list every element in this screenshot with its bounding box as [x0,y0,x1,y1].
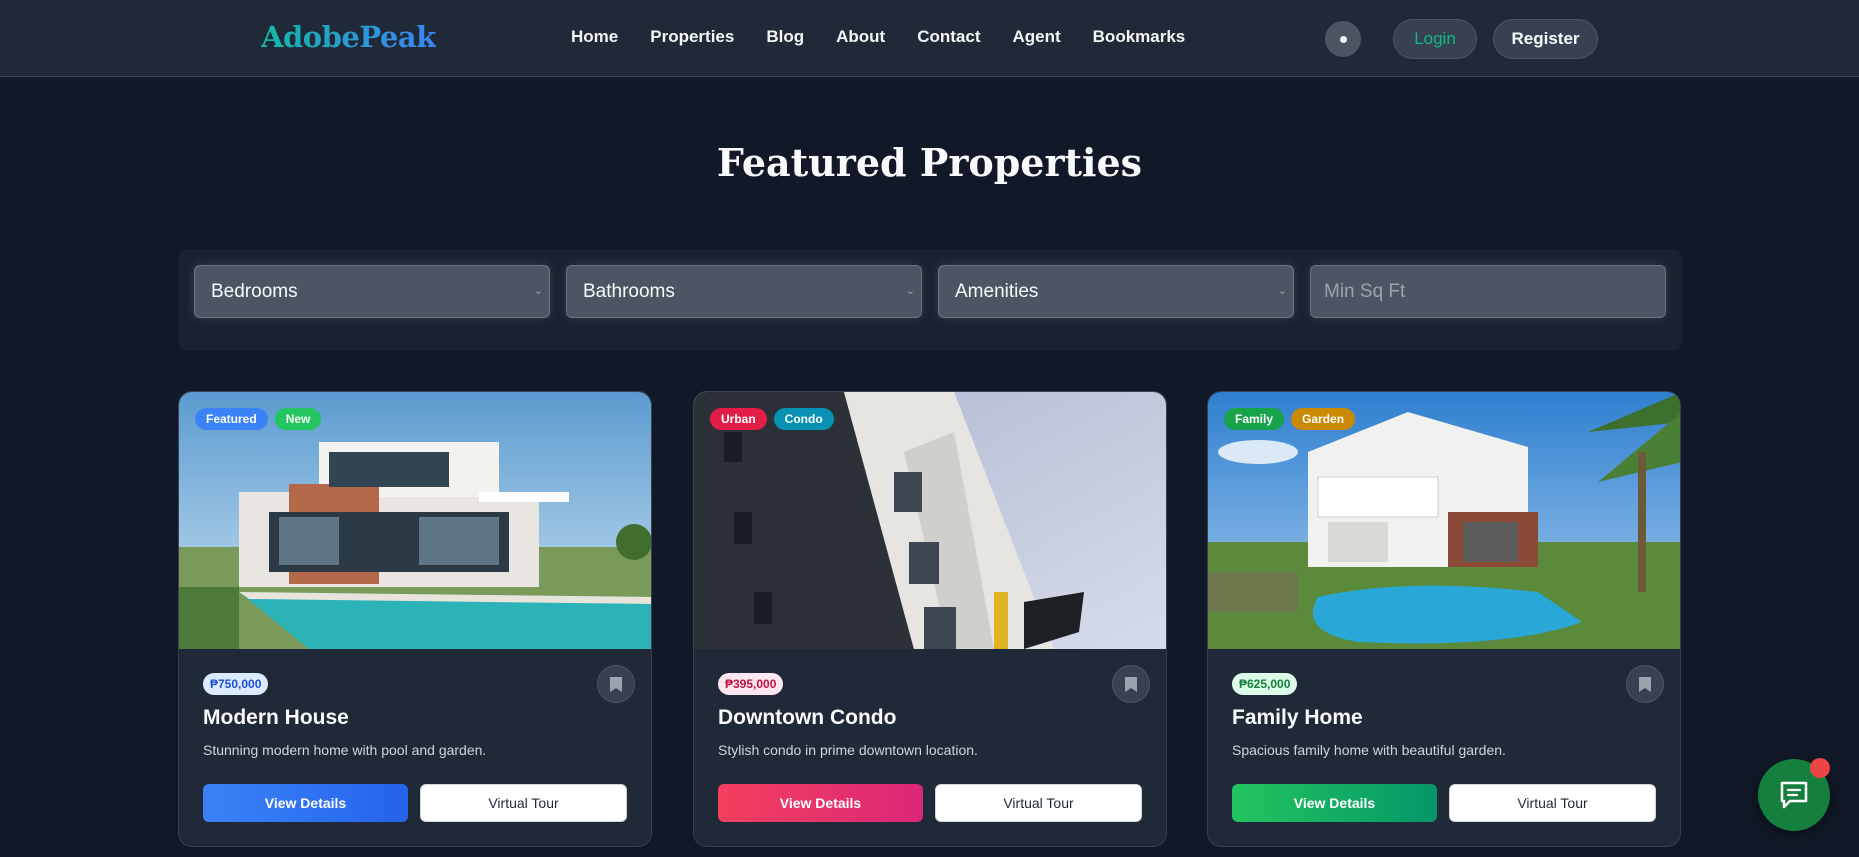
min-sqft-input[interactable]: Min Sq Ft [1310,265,1666,318]
property-card: Featured New ₱750,000 Modern House Stunn… [178,391,652,847]
tag-badge: Garden [1291,408,1356,430]
amenities-select-value: Amenities [955,280,1039,302]
theme-dot-icon [1339,35,1347,43]
price-badge: ₱395,000 [718,673,784,695]
nav-link-properties[interactable]: Properties [650,27,734,47]
view-details-button[interactable]: View Details [203,784,408,822]
card-tags: Family Garden [1224,408,1356,430]
property-image [179,392,651,649]
property-image [1208,392,1680,649]
price-badge: ₱625,000 [1232,673,1298,695]
property-card: Family Garden ₱625,000 Family Home Spaci… [1207,391,1681,847]
property-description: Stylish condo in prime downtown location… [718,742,978,758]
bookmark-icon [1639,676,1651,692]
card-tags: Urban Condo [710,408,834,430]
nav-link-bookmarks[interactable]: Bookmarks [1093,27,1186,47]
property-description: Spacious family home with beautiful gard… [1232,742,1506,758]
view-details-button[interactable]: View Details [1232,784,1437,822]
nav-link-home[interactable]: Home [571,27,618,47]
property-title[interactable]: Modern House [203,706,349,730]
amenities-select[interactable]: Amenities ⌄ [938,265,1294,318]
virtual-tour-button[interactable]: Virtual Tour [420,784,627,822]
price-badge: ₱750,000 [203,673,269,695]
theme-toggle-button[interactable] [1325,21,1361,57]
property-title[interactable]: Family Home [1232,706,1363,730]
chevron-down-icon: ⌄ [1277,285,1287,297]
brand-logo[interactable]: AdobePeak [261,20,436,54]
register-button[interactable]: Register [1493,19,1598,59]
property-title[interactable]: Downtown Condo [718,706,896,730]
tag-badge: Urban [710,408,767,430]
tag-badge: Featured [195,408,268,430]
bookmark-button[interactable] [1112,665,1150,703]
card-tags: Featured New [195,408,322,430]
bookmark-button[interactable] [597,665,635,703]
bathrooms-select[interactable]: Bathrooms ⌄ [566,265,922,318]
virtual-tour-button[interactable]: Virtual Tour [1449,784,1656,822]
chevron-down-icon: ⌄ [533,285,543,297]
nav-link-about[interactable]: About [836,27,885,47]
login-button[interactable]: Login [1393,19,1477,59]
top-navbar: AdobePeak Home Properties Blog About Con… [0,0,1859,77]
virtual-tour-button[interactable]: Virtual Tour [935,784,1142,822]
bedrooms-select[interactable]: Bedrooms ⌄ [194,265,550,318]
nav-link-contact[interactable]: Contact [917,27,980,47]
bookmark-button[interactable] [1626,665,1664,703]
chevron-down-icon: ⌄ [905,285,915,297]
view-details-button[interactable]: View Details [718,784,923,822]
page-title: Featured Properties [716,140,1143,185]
chat-icon [1780,781,1808,809]
property-card: Urban Condo ₱395,000 Downtown Condo Styl… [693,391,1167,847]
nav-link-blog[interactable]: Blog [766,27,804,47]
property-image [694,392,1166,649]
bookmark-icon [1125,676,1137,692]
filter-bar: Bedrooms ⌄ Bathrooms ⌄ Amenities ⌄ Min S… [178,249,1682,351]
nav-link-agent[interactable]: Agent [1012,27,1060,47]
tag-badge: New [274,408,322,430]
notification-badge [1810,758,1830,778]
bedrooms-select-value: Bedrooms [211,280,298,302]
tag-badge: Condo [773,408,834,430]
property-description: Stunning modern home with pool and garde… [203,742,487,758]
nav-links: Home Properties Blog About Contact Agent… [571,27,1217,47]
bookmark-icon [610,676,622,692]
tag-badge: Family [1224,408,1285,430]
bathrooms-select-value: Bathrooms [583,280,675,302]
min-sqft-placeholder: Min Sq Ft [1324,280,1406,302]
